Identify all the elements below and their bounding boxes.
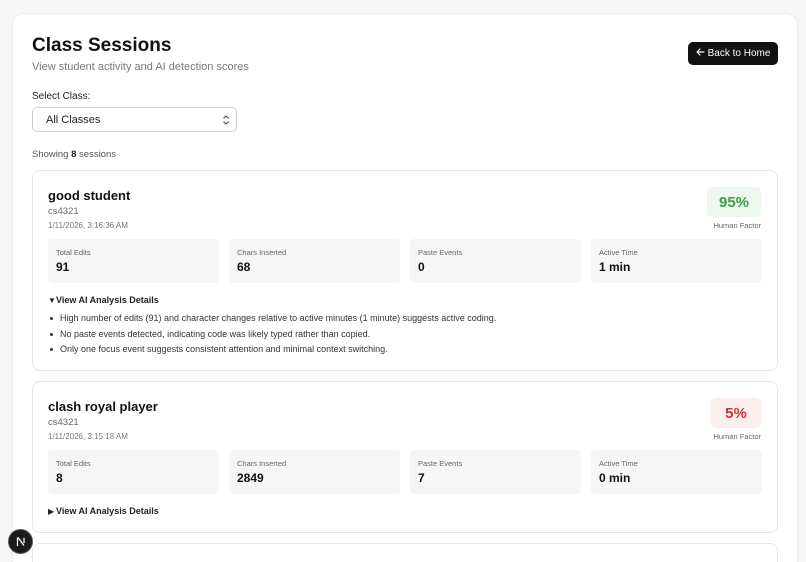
session-card: good student cs4321 1/11/2026, 3:16:36 A… — [32, 170, 778, 371]
select-class-label: Select Class: — [32, 91, 91, 102]
stat-active-time: Active Time 1 min — [591, 239, 762, 283]
stat-total-edits: Total Edits 8 — [48, 450, 219, 494]
page-title: Class Sessions — [32, 35, 172, 56]
stat-active-time: Active Time 0 min — [591, 450, 762, 494]
class-select[interactable]: All Classes — [32, 107, 237, 132]
stat-chars-inserted: Chars Inserted 2849 — [229, 450, 400, 494]
session-count: Showing 8 sessions — [32, 149, 116, 160]
stat-total-edits: Total Edits 91 — [48, 239, 219, 283]
list-item: High number of edits (91) and character … — [48, 313, 496, 329]
session-datetime: 1/11/2026, 3:16:36 AM — [48, 221, 128, 230]
ai-analysis-details-toggle[interactable]: ▶ View AI Analysis Details — [48, 506, 159, 516]
session-card — [32, 543, 778, 562]
nextjs-logo-icon[interactable] — [8, 529, 33, 554]
session-card: clash royal player cs4321 1/11/2026, 3:1… — [32, 381, 778, 533]
ai-analysis-details: High number of edits (91) and character … — [48, 313, 496, 360]
stat-paste-events: Paste Events 7 — [410, 450, 581, 494]
human-factor-label: Human Factor — [713, 432, 761, 441]
triangle-down-icon: ▼ — [48, 296, 56, 305]
stat-chars-inserted: Chars Inserted 68 — [229, 239, 400, 283]
class-select-value: All Classes — [46, 113, 101, 126]
class-code: cs4321 — [48, 417, 79, 428]
human-factor-label: Human Factor — [713, 221, 761, 230]
human-factor-score: 95% — [707, 187, 761, 217]
list-item: Only one focus event suggests consistent… — [48, 344, 496, 360]
class-code: cs4321 — [48, 206, 79, 217]
list-item: No paste events detected, indicating cod… — [48, 329, 496, 345]
session-datetime: 1/11/2026, 3:15:18 AM — [48, 432, 128, 441]
student-name: clash royal player — [48, 399, 158, 414]
human-factor-score: 5% — [711, 398, 761, 428]
student-name: good student — [48, 188, 131, 203]
page-subtitle: View student activity and AI detection s… — [32, 61, 249, 73]
ai-analysis-details-toggle[interactable]: ▼View AI Analysis Details — [48, 295, 159, 305]
arrow-left-icon — [695, 48, 705, 59]
chevron-updown-icon — [222, 115, 230, 125]
back-to-home-button[interactable]: Back to Home — [688, 42, 778, 65]
triangle-right-icon: ▶ — [48, 507, 55, 516]
stat-paste-events: Paste Events 0 — [410, 239, 581, 283]
back-to-home-label: Back to Home — [707, 48, 771, 59]
